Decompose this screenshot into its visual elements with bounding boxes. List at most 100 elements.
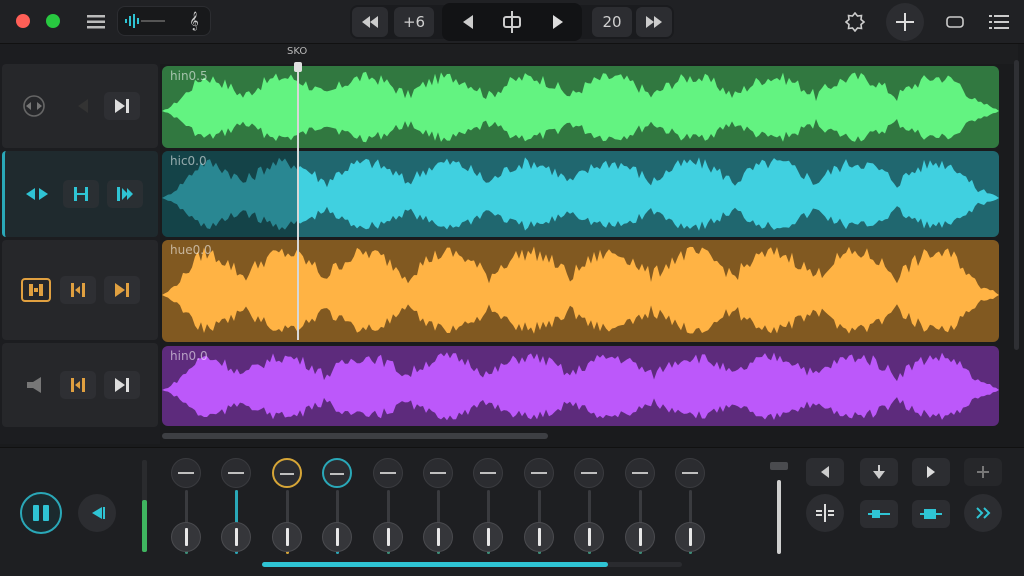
volume-fader[interactable] — [624, 522, 655, 552]
play-icon — [553, 15, 563, 29]
pan-knob[interactable] — [624, 458, 655, 488]
track-headers — [0, 44, 160, 444]
volume-fader[interactable] — [271, 522, 302, 552]
speaker-icon — [20, 373, 52, 397]
split-icon — [503, 11, 521, 33]
play-button[interactable] — [540, 7, 576, 37]
monitor-button[interactable] — [78, 494, 116, 532]
solo-icon — [74, 187, 88, 201]
volume-fader[interactable] — [221, 522, 252, 552]
split-track-button[interactable] — [806, 494, 844, 532]
audio-clip-4[interactable]: hin0.0 — [162, 346, 999, 426]
nav-right-button[interactable] — [912, 458, 950, 486]
playhead-time-label: SKO — [287, 46, 308, 57]
double-chevron-right-icon — [976, 507, 991, 519]
pan-knob[interactable] — [221, 458, 252, 488]
track-3-solo-button[interactable] — [60, 276, 96, 304]
previous-button[interactable] — [450, 7, 486, 37]
output-button[interactable] — [912, 500, 950, 528]
audio-clip-2[interactable]: hic0.0 — [162, 151, 999, 237]
pan-knob[interactable] — [171, 458, 201, 488]
clip-name: hic0.0 — [170, 154, 207, 168]
track-4-skip-button[interactable] — [104, 371, 140, 399]
badge-icon — [845, 12, 865, 32]
mixer-scroll-thumb[interactable] — [262, 562, 608, 567]
chat-button[interactable] — [940, 8, 970, 36]
list-button[interactable] — [984, 8, 1014, 36]
volume-fader[interactable] — [372, 522, 403, 552]
master-fader-track[interactable] — [777, 480, 781, 554]
volume-fader[interactable] — [473, 522, 504, 552]
track-3-skip-button[interactable] — [104, 276, 140, 304]
nudge-value[interactable]: +6 — [394, 7, 434, 37]
track-2-solo-button[interactable] — [63, 180, 99, 208]
nav-down-button[interactable] — [860, 458, 898, 486]
clip-name: hin0.5 — [170, 69, 208, 83]
clef-button[interactable]: 𝄞 — [182, 9, 206, 33]
add-marker-button[interactable] — [886, 3, 924, 41]
nav-left-button[interactable] — [806, 458, 844, 486]
pause-button[interactable] — [20, 492, 62, 534]
link-icon — [18, 94, 50, 118]
level-meter-button[interactable] — [120, 9, 170, 33]
volume-fader[interactable] — [574, 522, 605, 552]
menu-button[interactable] — [82, 8, 110, 36]
vertical-scrollbar[interactable] — [1014, 60, 1019, 350]
pan-knob[interactable] — [423, 458, 453, 488]
clip-name: hue0.0 — [170, 243, 212, 257]
volume-fader[interactable] — [423, 522, 453, 552]
pan-knob[interactable] — [574, 458, 605, 488]
skip-icon — [117, 187, 133, 201]
split-button[interactable] — [494, 7, 530, 37]
waveform — [162, 352, 999, 421]
forward-button[interactable] — [964, 494, 1002, 532]
audio-clip-1[interactable]: hin0.5 — [162, 66, 999, 148]
waveform-meter-icon — [125, 14, 165, 28]
pan-knob[interactable] — [473, 458, 504, 488]
tempo-value[interactable]: 20 — [592, 7, 632, 37]
pan-knob[interactable] — [523, 458, 554, 488]
arrow-down-icon — [873, 465, 885, 479]
mute-icon — [66, 94, 98, 118]
top-toolbar: 𝄞 +6 20 — [0, 0, 1024, 44]
master-fader-cap[interactable] — [770, 462, 788, 470]
expand-icon — [21, 182, 53, 206]
skip-icon — [115, 283, 129, 297]
master-meter-level — [142, 500, 147, 552]
track-header-1[interactable] — [2, 64, 158, 148]
track-2-skip-button[interactable] — [107, 180, 143, 208]
window-close-button[interactable] — [16, 14, 30, 28]
horizontal-scrollbar[interactable] — [162, 433, 548, 439]
add-button[interactable] — [964, 458, 1002, 486]
track-4-solo-button[interactable] — [60, 371, 96, 399]
volume-fader[interactable] — [322, 522, 353, 552]
audio-clip-3[interactable]: hue0.0 — [162, 240, 999, 342]
mixer-panel — [0, 447, 1024, 576]
play-icon — [927, 466, 935, 478]
clef-icon: 𝄞 — [189, 11, 199, 30]
track-header-4[interactable] — [2, 343, 158, 427]
plus-icon — [977, 466, 989, 478]
chevron-left-icon — [821, 466, 829, 478]
track-header-2[interactable] — [2, 151, 158, 237]
pan-knob[interactable] — [372, 458, 403, 488]
window-zoom-button[interactable] — [46, 14, 60, 28]
track-header-3[interactable] — [2, 240, 158, 340]
track-1-skip-button[interactable] — [104, 92, 140, 120]
volume-fader[interactable] — [675, 522, 705, 552]
chat-icon — [946, 16, 964, 28]
pan-knob[interactable] — [675, 458, 705, 488]
volume-fader[interactable] — [523, 522, 554, 552]
playhead-handle[interactable] — [294, 62, 302, 72]
fast-forward-button[interactable] — [636, 7, 672, 37]
route-button[interactable] — [860, 500, 898, 528]
playhead[interactable] — [297, 64, 299, 340]
rewind-button[interactable] — [352, 7, 388, 37]
output-icon — [920, 509, 942, 519]
volume-fader[interactable] — [171, 522, 201, 552]
pan-knob[interactable] — [322, 458, 353, 488]
solo-icon — [71, 378, 85, 392]
badge-button[interactable] — [840, 8, 870, 36]
clip-name: hin0.0 — [170, 349, 208, 363]
pan-knob[interactable] — [271, 458, 302, 488]
